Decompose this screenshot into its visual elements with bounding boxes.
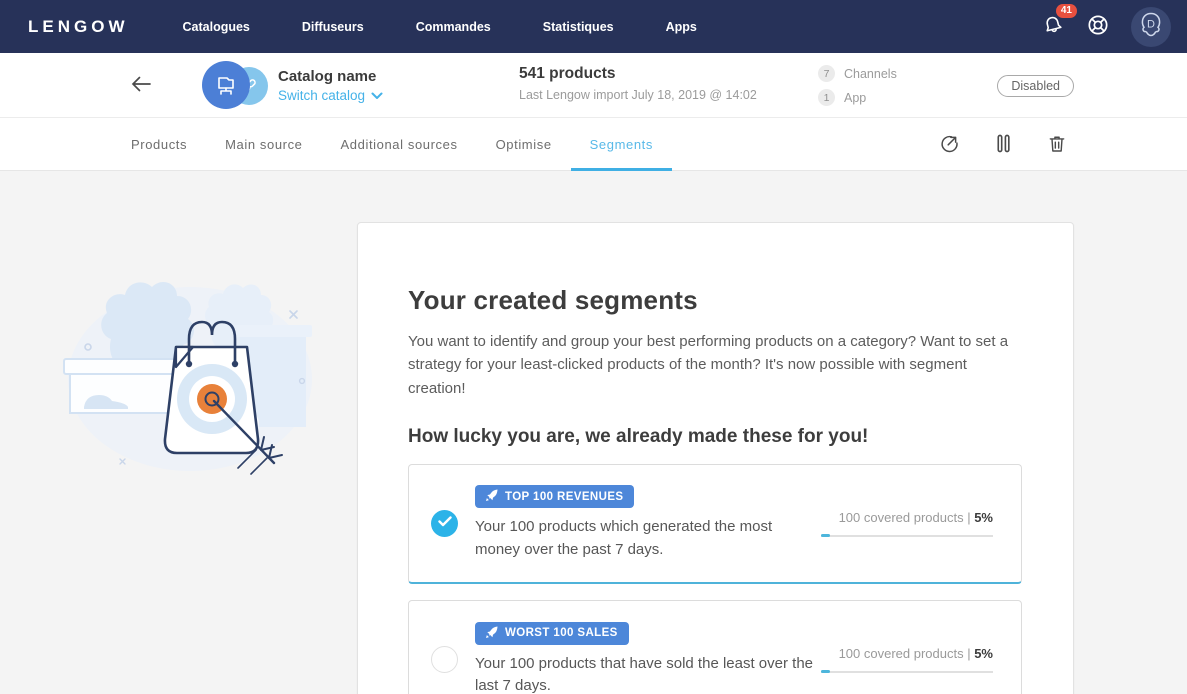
- channels-label: Channels: [844, 67, 897, 81]
- segment-badge: TOP 100 REVENUES: [475, 485, 634, 508]
- pause-icon: [994, 133, 1013, 157]
- channels-count-row: 7 Channels: [818, 65, 897, 82]
- app-count-row: 1 App: [818, 89, 897, 106]
- channels-count-badge: 7: [818, 65, 835, 82]
- segment-badge-label: WORST 100 SALES: [505, 627, 618, 639]
- segment-card-worst-100-sales[interactable]: WORST 100 SALES Your 100 products that h…: [408, 600, 1022, 694]
- catalog-source-icon: [202, 61, 250, 109]
- segments-illustration: [62, 261, 320, 484]
- tab-optimise[interactable]: Optimise: [477, 118, 571, 170]
- tab-main-source[interactable]: Main source: [206, 118, 321, 170]
- catalog-tabs: Products Main source Additional sources …: [112, 118, 672, 170]
- export-button[interactable]: [939, 133, 960, 157]
- segments-page: Your created segments You want to identi…: [0, 171, 1187, 694]
- chevron-down-icon: [371, 88, 383, 103]
- help-button[interactable]: [1085, 12, 1111, 41]
- catalog-header: Catalog name Switch catalog 541 products…: [0, 53, 1187, 118]
- segment-radio-unchecked[interactable]: [431, 646, 458, 673]
- top-navbar: LENGOW Catalogues Diffuseurs Commandes S…: [0, 0, 1187, 53]
- segments-card: Your created segments You want to identi…: [357, 222, 1074, 694]
- distribution-counts: 7 Channels 1 App: [818, 65, 897, 106]
- coverage-progressbar: [821, 535, 993, 537]
- main-navigation: Catalogues Diffuseurs Commandes Statisti…: [183, 20, 697, 34]
- coverage-label: 100 covered products |: [839, 646, 971, 661]
- nav-item-diffuseurs[interactable]: Diffuseurs: [302, 20, 364, 34]
- page-subtitle: How lucky you are, we already made these…: [408, 426, 1023, 448]
- catalog-name: Catalog name: [278, 68, 383, 85]
- page-title: Your created segments: [408, 285, 1023, 316]
- pause-button[interactable]: [994, 133, 1013, 157]
- segment-coverage: 100 covered products | 5%: [821, 646, 993, 673]
- nav-item-commandes[interactable]: Commandes: [416, 20, 491, 34]
- segment-card-top-100-revenues[interactable]: TOP 100 REVENUES Your 100 products which…: [408, 464, 1022, 584]
- nav-item-statistiques[interactable]: Statistiques: [543, 20, 614, 34]
- app-label: App: [844, 91, 866, 105]
- catalog-tabs-row: Products Main source Additional sources …: [0, 118, 1187, 171]
- trash-icon: [1047, 133, 1067, 157]
- coverage-percent: 5%: [974, 646, 993, 661]
- catalog-avatar: [202, 61, 268, 109]
- segment-description: Your 100 products which generated the mo…: [475, 516, 805, 561]
- switch-catalog-link[interactable]: Switch catalog: [278, 88, 383, 103]
- coverage-progressbar: [821, 671, 993, 673]
- coverage-progress-fill: [821, 670, 830, 673]
- notification-badge: 41: [1056, 4, 1077, 18]
- rocket-icon: [486, 489, 498, 504]
- rocket-icon: [486, 626, 498, 641]
- coverage-percent: 5%: [974, 510, 993, 525]
- notifications-button[interactable]: 41: [1041, 13, 1065, 40]
- tab-products[interactable]: Products: [112, 118, 206, 170]
- coverage-progress-fill: [821, 534, 830, 537]
- svg-text:D: D: [1147, 19, 1155, 31]
- switch-catalog-label: Switch catalog: [278, 88, 365, 103]
- tab-additional-sources[interactable]: Additional sources: [322, 118, 477, 170]
- lifebuoy-icon: [1085, 12, 1111, 41]
- nav-item-apps[interactable]: Apps: [666, 20, 697, 34]
- export-icon: [939, 133, 960, 157]
- segment-radio-checked[interactable]: [431, 510, 458, 537]
- tab-segments[interactable]: Segments: [571, 118, 672, 170]
- user-avatar[interactable]: D: [1131, 7, 1171, 47]
- check-icon: [438, 514, 452, 532]
- segment-badge-label: TOP 100 REVENUES: [505, 491, 623, 503]
- last-import-date: Last Lengow import July 18, 2019 @ 14:02: [519, 88, 757, 102]
- segment-description: Your 100 products that have sold the lea…: [475, 653, 821, 694]
- status-disabled-button[interactable]: Disabled: [997, 75, 1074, 97]
- nav-item-catalogues[interactable]: Catalogues: [183, 20, 250, 34]
- products-count: 541 products: [519, 65, 757, 83]
- lengow-logo[interactable]: LENGOW: [28, 17, 129, 37]
- coverage-label: 100 covered products |: [839, 510, 971, 525]
- avatar-icon: D: [1134, 8, 1168, 45]
- back-button[interactable]: [126, 71, 156, 100]
- app-count-badge: 1: [818, 89, 835, 106]
- segment-badge: WORST 100 SALES: [475, 622, 629, 645]
- back-arrow-icon: [130, 81, 152, 96]
- delete-button[interactable]: [1047, 133, 1067, 157]
- page-intro: You want to identify and group your best…: [408, 330, 1022, 400]
- segment-coverage: 100 covered products | 5%: [821, 510, 993, 537]
